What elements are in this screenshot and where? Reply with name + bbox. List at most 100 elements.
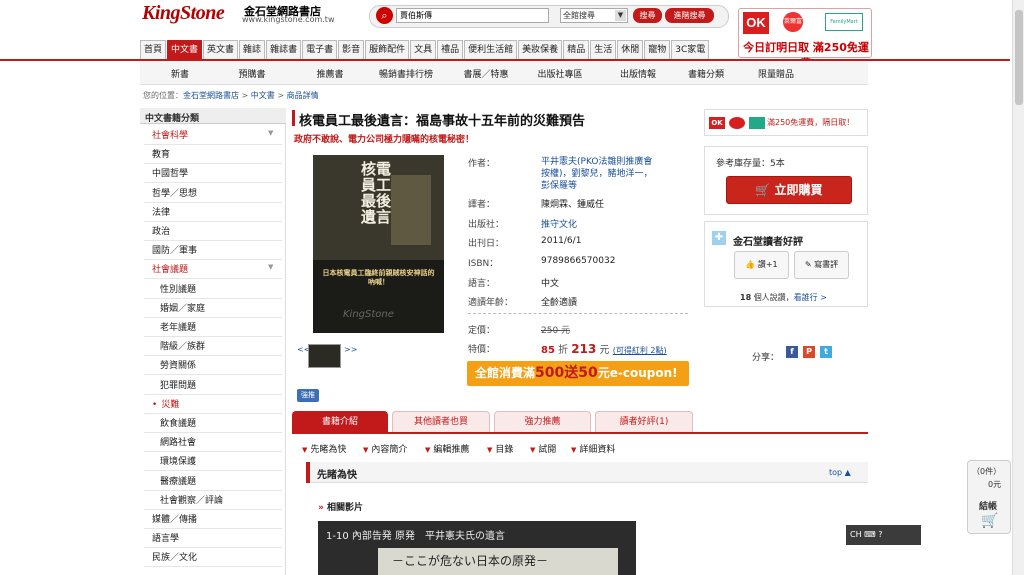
nav-tab[interactable]: 電子書 [302, 40, 338, 59]
thumb-next[interactable]: >> [344, 345, 357, 354]
video-player[interactable]: 1-10 內部告発 原発 平井憲夫氏の遺言 －ここが危ない日本の原発－ [318, 521, 636, 575]
nav-tab[interactable]: 禮品 [437, 40, 464, 59]
sidebar-item[interactable]: 媒體／傳播 [152, 512, 197, 525]
sidebar-item[interactable]: 國防／軍事 [152, 243, 197, 256]
sidebar-item[interactable]: 網路社會 [160, 435, 196, 448]
sidebar-item[interactable]: 教育 [152, 147, 170, 160]
search-button[interactable]: 搜尋 [633, 8, 662, 23]
nav-tab[interactable]: 雜誌 [239, 40, 266, 59]
nav-tab[interactable]: 生活 [590, 40, 617, 59]
write-review-button[interactable]: ✎ 寫書評 [794, 251, 849, 279]
subnav-item[interactable]: 暢銷書排行榜 [366, 67, 446, 80]
sidebar-item[interactable]: 語言學 [152, 531, 179, 544]
subnav-item[interactable]: 限量贈品 [736, 67, 816, 80]
ime-toolbar[interactable]: CH ⌨ ? [846, 525, 921, 545]
gift-icon: ✚ [712, 231, 726, 245]
search-input[interactable] [396, 8, 549, 23]
nav-tab[interactable]: 首頁 [140, 40, 167, 59]
coupon-amount: 500送50 [535, 365, 598, 381]
nav-tab[interactable]: 休閒 [617, 40, 644, 59]
detail-tab[interactable]: 其他讀者也買 [392, 411, 490, 433]
buy-now-button[interactable]: 🛒 立即購買 [726, 176, 852, 204]
like-button[interactable]: 👍 讚+1 [734, 251, 789, 279]
chevron-down-icon[interactable]: ▼ [268, 263, 273, 271]
sidebar-item-label: 社會科學 [152, 131, 189, 141]
nav-tab[interactable]: 文具 [410, 40, 437, 59]
sidebar-item[interactable]: 犯罪問題 [160, 378, 196, 391]
sidebar-item[interactable]: 民族／文化 [152, 550, 197, 563]
detail-subtab[interactable]: ▼ 目錄 [487, 442, 513, 455]
delivery-box[interactable]: OK 滿250免運費，隔日取！ [704, 109, 868, 136]
nav-tab[interactable]: 英文書 [203, 40, 239, 59]
detail-tab[interactable]: 書籍介紹 [292, 411, 388, 433]
review-count: 18 [740, 293, 752, 302]
search-scope-select[interactable]: 全館搜尋 ▼ [560, 8, 628, 23]
subnav-item[interactable]: 書展／特惠 [446, 67, 526, 80]
chevron-down-icon[interactable]: ▼ [268, 129, 273, 137]
nav-tab[interactable]: 影音 [338, 40, 365, 59]
nav-tab[interactable]: 3C家電 [671, 40, 710, 59]
sidebar-item[interactable]: 社會議題 [152, 262, 188, 275]
sidebar-item[interactable]: 勞資關係 [160, 358, 196, 371]
detail-tab[interactable]: 讀者好評(1) [595, 411, 693, 433]
advanced-search-button[interactable]: 進階搜尋 [665, 8, 714, 23]
meta-label: 出版社： [468, 220, 505, 230]
plurk-icon[interactable]: P [803, 346, 815, 358]
sidebar-item[interactable]: 婚姻／家庭 [160, 301, 205, 314]
sidebar-item[interactable]: 性別議題 [160, 282, 196, 295]
logo[interactable]: KingStone [142, 2, 225, 25]
breadcrumb-item[interactable]: 商品詳情 [287, 91, 319, 100]
scrollbar[interactable] [1012, 0, 1024, 575]
sidebar-item[interactable]: 哲學／思想 [152, 186, 197, 199]
floating-cart[interactable]: （0件） 0元 結帳 🛒 [967, 460, 1011, 534]
subnav-item[interactable]: 書籍分類 [666, 67, 746, 80]
sidebar-item-label: 哲學／思想 [152, 188, 198, 199]
breadcrumb-item[interactable]: 金石堂網路書店 [183, 91, 239, 100]
detail-subtab[interactable]: ▼ 編輯推薦 [425, 442, 469, 455]
bonus-link[interactable]: (可得紅利 2點) [613, 346, 667, 355]
scrollbar-thumb[interactable] [1015, 10, 1023, 105]
sidebar-divider [144, 547, 282, 549]
sidebar-item[interactable]: 社會科學 [152, 128, 188, 141]
search-icon[interactable]: ⌕ [376, 7, 393, 24]
nav-tab[interactable]: 雜誌書 [266, 40, 302, 59]
checkout-label[interactable]: 結帳 [979, 499, 997, 512]
nav-tab[interactable]: 中文書 [167, 40, 203, 59]
sidebar-item[interactable]: 社會觀察／評論 [160, 493, 223, 506]
twitter-icon[interactable]: t [820, 346, 832, 358]
coupon-banner[interactable]: 全館消費滿500送50元e-coupon! [467, 361, 689, 386]
cover-thumbnail[interactable] [308, 344, 341, 368]
sidebar-item[interactable]: 中國哲學 [152, 166, 188, 179]
sidebar-item[interactable]: 老年議題 [160, 320, 196, 333]
nav-tab[interactable]: 寵物 [644, 40, 671, 59]
sidebar-item[interactable]: 階級／族群 [160, 339, 205, 352]
sidebar-item[interactable]: 環境保護 [160, 454, 196, 467]
sidebar-item[interactable]: 飲食議題 [160, 416, 196, 429]
sidebar-item[interactable]: 政治 [152, 224, 170, 237]
book-cover[interactable]: 核電員工最後遺言 日本核電員工臨終前親賊核安神話的吶喊！ KingStone [313, 155, 444, 333]
breadcrumb-item[interactable]: 中文書 [251, 91, 275, 100]
facebook-icon[interactable]: f [786, 346, 798, 358]
nav-tab[interactable]: 精品 [563, 40, 590, 59]
subnav-item[interactable]: 出版社專區 [520, 67, 600, 80]
meta-value[interactable]: 平井憲夫(PKO法雛則推廣會按權)，劉黎兒，豬地洋一，彭保羅等 [541, 156, 661, 192]
sidebar-item[interactable]: • 災難 [152, 397, 179, 410]
back-to-top-link[interactable]: top ▲ [829, 468, 851, 477]
detail-subtab[interactable]: ▼ 試閱 [530, 442, 556, 455]
sidebar-item[interactable]: 法律 [152, 205, 170, 218]
nav-tab[interactable]: 便利生活館 [464, 40, 518, 59]
sidebar-item-label: 媒體／傳播 [152, 515, 198, 525]
see-who-link[interactable]: 看誰行 > [794, 293, 827, 302]
sidebar-item[interactable]: 醫療議題 [160, 474, 196, 487]
detail-subtab[interactable]: ▼ 內容簡介 [363, 442, 407, 455]
subnav-item[interactable]: 新書 [140, 67, 220, 80]
detail-subtab[interactable]: ▼ 先睹為快 [302, 442, 346, 455]
subnav-item[interactable]: 推薦書 [290, 67, 370, 80]
meta-value[interactable]: 推守文化 [541, 217, 577, 230]
nav-tab[interactable]: 服飾配件 [365, 40, 410, 59]
nav-tab[interactable]: 美妝保養 [518, 40, 563, 59]
detail-subtab[interactable]: ▼ 詳細資料 [571, 442, 615, 455]
subnav-item[interactable]: 預購書 [212, 67, 292, 80]
detail-tab[interactable]: 強力推薦 [494, 411, 591, 433]
delivery-banner[interactable]: OK 萊爾富 FamilyMart 今日訂明日取 滿250免運費 [738, 8, 872, 70]
